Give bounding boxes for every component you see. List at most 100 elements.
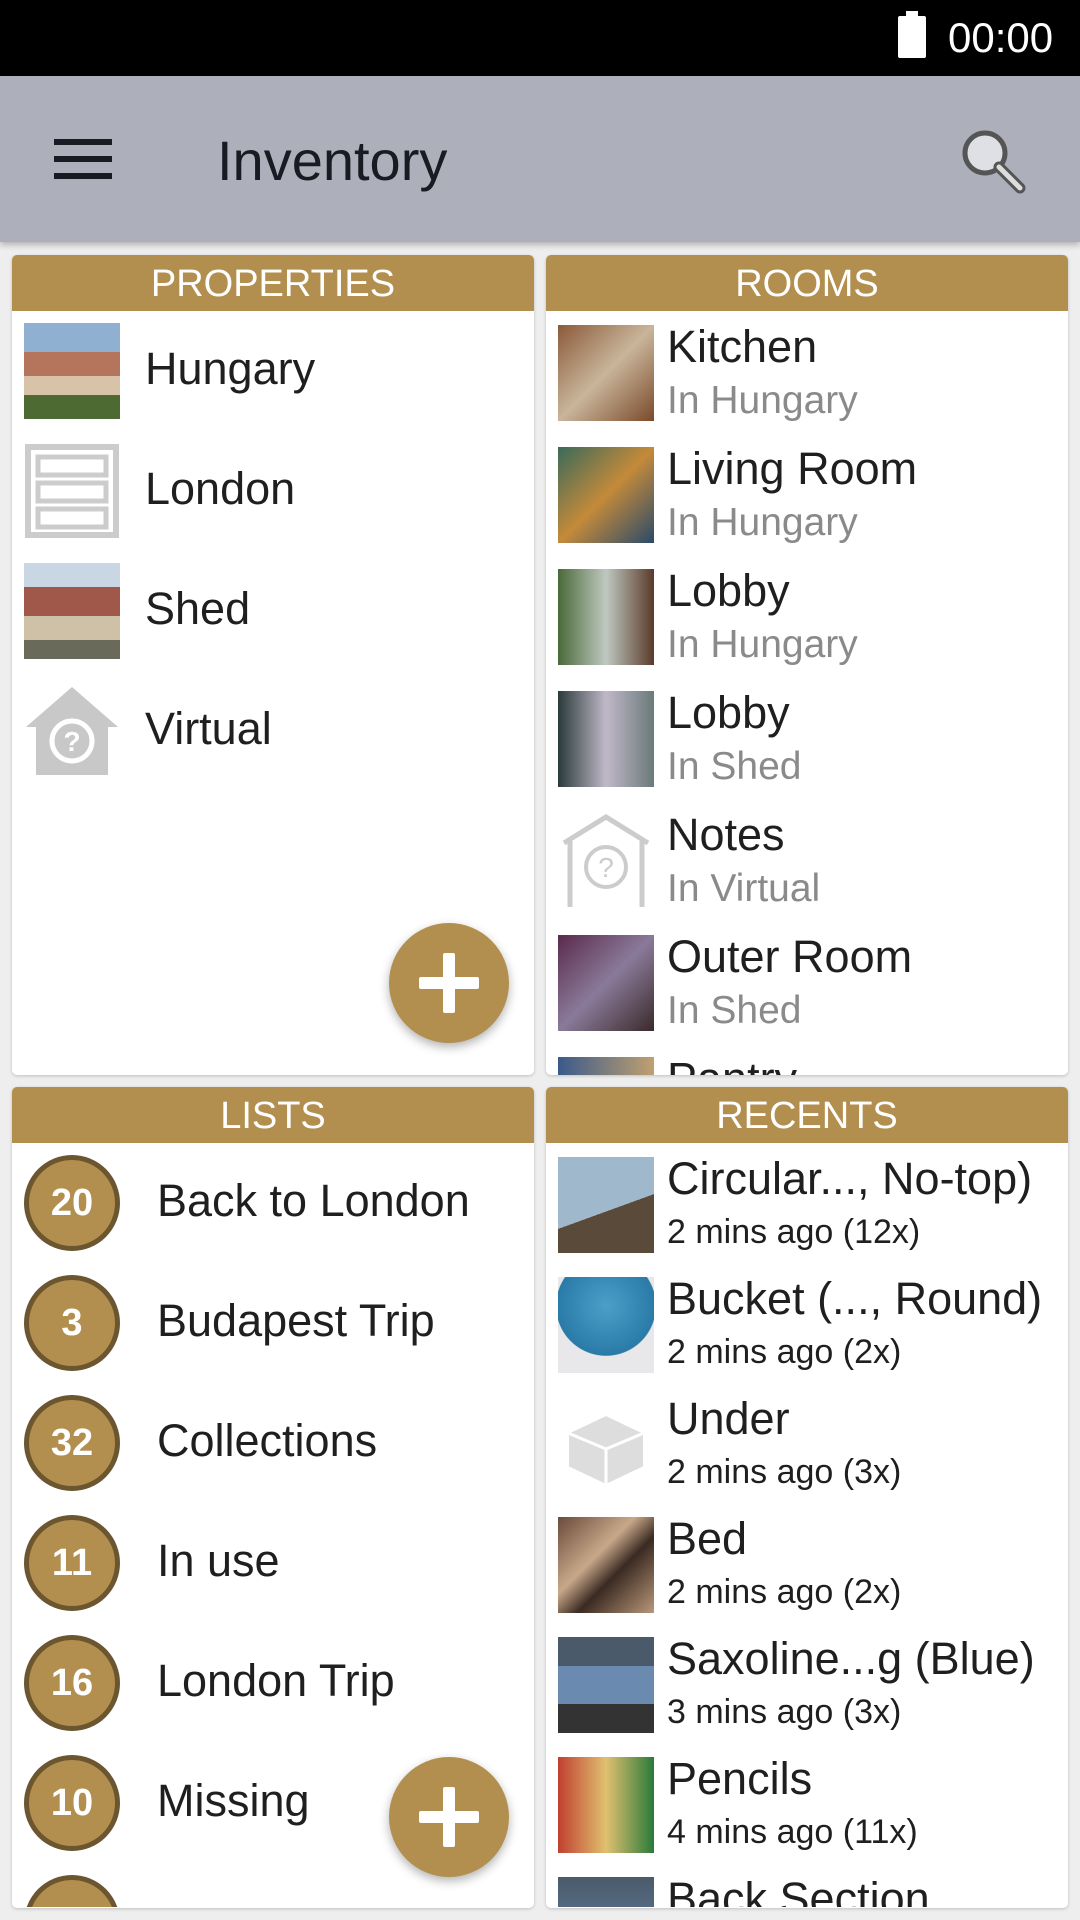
list-item[interactable]: 20 Back to London [12,1143,534,1263]
recent-name: Saxoline...g (Blue) [667,1633,1035,1684]
rooms-card: ROOMS Kitchen In Hungary Living Room In Hun… [546,255,1068,1075]
room-location: In Shed [667,989,802,1032]
recent-name: Bucket (..., Round) [667,1273,1043,1324]
app-bar: Inventory [0,76,1080,242]
property-item[interactable]: ? Virtual [12,671,534,791]
recents-header: RECENTS [546,1087,1068,1143]
recent-detail: 4 mins ago (11x) [667,1813,918,1851]
list-name: Budapest Trip [157,1295,435,1346]
hamburger-menu-icon[interactable] [54,139,112,179]
item-thumbnail [558,1277,654,1373]
room-name: Lobby [667,565,790,616]
room-item[interactable]: Living Room In Hungary [546,433,1068,553]
battery-full-icon [898,11,926,58]
room-thumbnail [558,935,654,1031]
recent-item[interactable]: Under 2 mins ago (3x) [546,1383,1068,1503]
list-name: Collections [157,1415,378,1466]
list-count-badge: 3 [24,1275,120,1371]
recent-item[interactable]: Circular..., No-top) 2 mins ago (12x) [546,1143,1068,1263]
recent-detail: 2 mins ago (12x) [667,1213,921,1251]
list-name: Missing [157,1775,310,1826]
list-count-badge: 16 [24,1635,120,1731]
add-property-button[interactable] [389,923,509,1043]
property-thumbnail [24,563,120,659]
recent-item[interactable]: Saxoline...g (Blue) 3 mins ago (3x) [546,1623,1068,1743]
list-name: Back to London [157,1175,470,1226]
recent-item[interactable]: Pencils 4 mins ago (11x) [546,1743,1068,1863]
list-count-badge [24,1875,120,1907]
room-name: Kitchen [667,321,818,372]
recent-item[interactable]: Bucket (..., Round) 2 mins ago (2x) [546,1263,1068,1383]
list-count-badge: 10 [24,1755,120,1851]
rooms-header: ROOMS [546,255,1068,311]
room-thumbnail [558,325,654,421]
room-location: In Hungary [667,379,858,422]
recent-name: Bed [667,1513,748,1564]
property-name: Virtual [145,703,272,754]
room-location: In Hungary [667,501,858,544]
list-count-badge: 20 [24,1155,120,1251]
list-item[interactable]: 32 Collections [12,1383,534,1503]
property-name: Shed [145,583,251,634]
recent-item[interactable]: Bed 2 mins ago (2x) [546,1503,1068,1623]
page-title: Inventory [217,129,448,192]
room-location: In Hungary [667,623,858,666]
room-thumbnail [558,447,654,543]
list-count-badge: 11 [24,1515,120,1611]
lists-card: LISTS 20 Back to London 3 Budapest Trip 32 Co… [12,1087,534,1908]
room-thumbnail [558,1057,654,1075]
room-item[interactable]: Lobby In Hungary [546,555,1068,675]
property-name: London [145,463,296,514]
shelves-icon [24,443,120,539]
svg-text:?: ? [63,726,80,757]
properties-header: PROPERTIES [12,255,534,311]
recent-detail: 2 mins ago (3x) [667,1453,902,1491]
room-item[interactable]: Outer Room In Shed [546,921,1068,1041]
item-thumbnail [558,1877,654,1907]
list-count-badge: 32 [24,1395,120,1491]
list-item[interactable]: 11 In use [12,1503,534,1623]
property-item[interactable]: Shed [12,551,534,671]
room-item[interactable]: ? Notes In Virtual [546,799,1068,919]
recent-name: Pencils [667,1753,813,1804]
house-question-icon: ? [558,813,654,909]
room-location: In Virtual [667,867,821,910]
room-thumbnail [558,569,654,665]
item-thumbnail [558,1637,654,1733]
room-thumbnail [558,691,654,787]
item-thumbnail [558,1157,654,1253]
clock: 00:00 [948,14,1054,61]
list-name: In use [157,1535,280,1586]
item-thumbnail [558,1517,654,1613]
box-icon [558,1397,654,1493]
property-item[interactable]: London [12,431,534,551]
property-name: Hungary [145,343,316,394]
recent-name: Back Section [667,1873,930,1907]
room-item[interactable]: Lobby In Shed [546,677,1068,797]
room-name: Lobby [667,687,790,738]
recents-list[interactable]: Circular..., No-top) 2 mins ago (12x) Buck… [546,1143,1068,1907]
property-item[interactable]: Hungary [12,311,534,431]
room-name: Living Room [667,443,918,494]
add-list-button[interactable] [389,1757,509,1877]
lists-header: LISTS [12,1087,534,1143]
item-thumbnail [558,1757,654,1853]
list-item[interactable]: 16 London Trip [12,1623,534,1743]
room-item[interactable]: Pantry [546,1043,1068,1075]
recent-name: Under [667,1393,790,1444]
svg-text:?: ? [598,852,614,883]
recent-item[interactable]: Back Section [546,1863,1068,1907]
property-thumbnail [24,323,120,419]
list-item[interactable]: 3 Budapest Trip [12,1263,534,1383]
recent-name: Circular..., No-top) [667,1153,1033,1204]
recents-card: RECENTS Circular..., No-top) 2 mins ago (… [546,1087,1068,1908]
recent-detail: 3 mins ago (3x) [667,1693,902,1731]
room-name: Outer Room [667,931,913,982]
search-icon[interactable] [958,126,1028,196]
room-location: In Shed [667,745,802,788]
rooms-list[interactable]: Kitchen In Hungary Living Room In Hungary Lo… [546,311,1068,1075]
status-bar: 00:00 [0,0,1080,76]
room-name: Notes [667,809,785,860]
room-item[interactable]: Kitchen In Hungary [546,311,1068,431]
house-question-icon: ? [24,683,120,779]
